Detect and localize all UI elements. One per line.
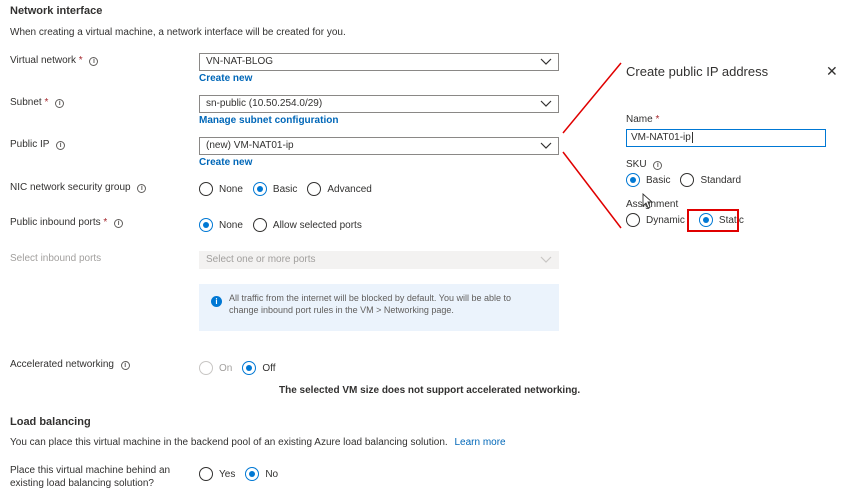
required-marker: * — [655, 114, 660, 125]
assignment-option-dynamic[interactable]: Dynamic — [626, 213, 685, 227]
sku-label-text: SKU — [626, 159, 647, 170]
annotation-line-upper — [562, 62, 622, 134]
panel-sku-label: SKU i — [626, 159, 663, 170]
option-label: Dynamic — [646, 214, 685, 226]
static-option-highlight — [687, 209, 739, 232]
panel-name-input[interactable]: VM-NAT01-ip — [626, 129, 826, 147]
mouse-cursor-icon — [642, 193, 654, 209]
panel-name-label: Name * — [626, 114, 659, 125]
option-label: Standard — [700, 174, 742, 186]
panel-title: Create public IP address — [626, 64, 769, 79]
radio-button[interactable] — [626, 213, 640, 227]
radio-button[interactable] — [626, 173, 640, 187]
sku-option-basic[interactable]: Basic — [626, 173, 670, 187]
name-input-value: VM-NAT01-ip — [631, 132, 691, 143]
sku-option-standard[interactable]: Standard — [680, 173, 741, 187]
name-label-text: Name — [626, 114, 653, 125]
info-icon[interactable]: i — [653, 161, 663, 170]
panel-sku-radio-group: Basic Standard — [626, 173, 741, 187]
annotation-line-lower — [562, 151, 622, 229]
text-caret — [691, 132, 693, 143]
option-label: Basic — [646, 174, 671, 186]
close-icon[interactable]: ✕ — [826, 63, 838, 80]
radio-button[interactable] — [680, 173, 695, 187]
